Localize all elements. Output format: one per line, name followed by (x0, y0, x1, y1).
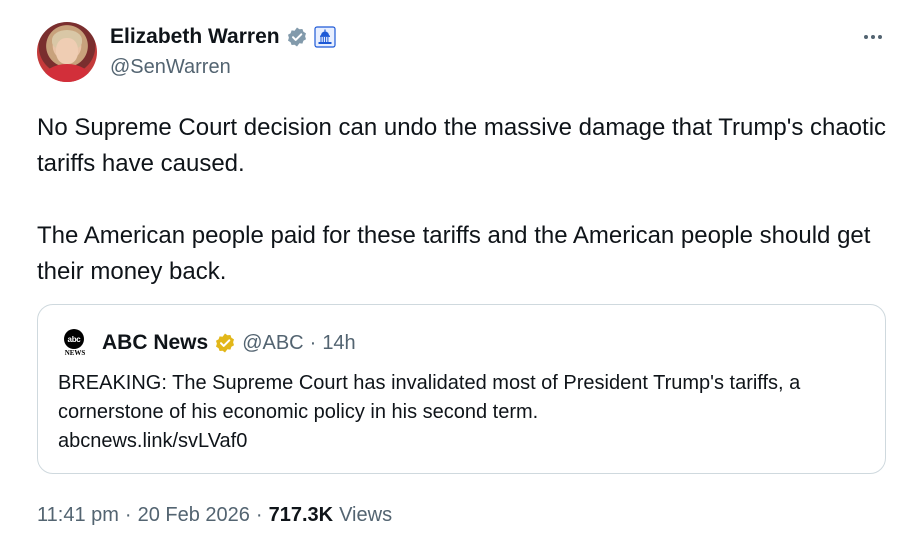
author-display-name[interactable]: Elizabeth Warren (110, 25, 280, 49)
gold-verified-badge-icon (216, 333, 235, 353)
tweet: Elizabeth Warren @SenWarren No Supreme C… (0, 0, 921, 545)
avatar-body (43, 64, 91, 82)
footer-separator: · (124, 503, 132, 526)
more-dot (864, 35, 868, 39)
abc-news-logo[interactable]: abc NEWS (62, 329, 88, 357)
quoted-tweet-text: BREAKING: The Supreme Court has invalida… (58, 369, 868, 456)
tweet-time[interactable]: 11:41 pm (37, 504, 119, 527)
abc-logo-news: NEWS (64, 349, 86, 357)
avatar-face (56, 38, 78, 64)
author-handle[interactable]: @SenWarren (110, 56, 231, 79)
government-building-icon (313, 26, 336, 48)
footer-separator: · (255, 503, 263, 526)
quoted-handle[interactable]: @ABC (242, 332, 303, 355)
quoted-tweet-link[interactable]: abcnews.link/svLVaf0 (58, 430, 247, 452)
quoted-separator: · (309, 331, 317, 354)
views-count: 717.3K (268, 503, 334, 526)
tweet-text: No Supreme Court decision can undo the m… (37, 114, 887, 285)
more-dot (878, 35, 882, 39)
quoted-tweet-header: abc NEWS ABC News @ABC · 14h (62, 329, 356, 357)
quoted-age[interactable]: 14h (322, 332, 355, 355)
abc-logo-circle: abc (64, 329, 84, 349)
tweet-footer: 11:41 pm · 20 Feb 2026 · 717.3K Views (37, 500, 392, 530)
views-label: Views (339, 503, 393, 526)
tweet-date[interactable]: 20 Feb 2026 (138, 504, 250, 527)
more-options-icon[interactable] (860, 28, 886, 46)
quoted-display-name[interactable]: ABC News (102, 331, 208, 355)
author-name-row: Elizabeth Warren (110, 24, 336, 50)
more-dot (871, 35, 875, 39)
verified-badge-icon (287, 27, 306, 47)
quoted-tweet-body: BREAKING: The Supreme Court has invalida… (58, 372, 801, 423)
quoted-tweet-card[interactable]: abc NEWS ABC News @ABC · 14h BREAKING: T… (37, 304, 886, 474)
author-avatar[interactable] (37, 22, 97, 82)
